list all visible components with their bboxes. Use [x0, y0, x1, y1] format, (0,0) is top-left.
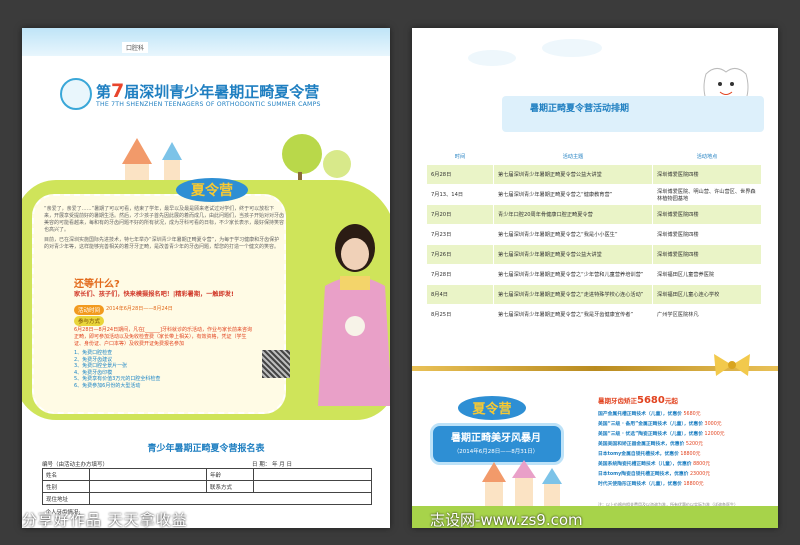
list-item: 日本tomy金属自锁托槽技术，优惠价 18800元 — [598, 452, 701, 457]
list-item: 国产金属托槽正畸技术（儿童），优惠价 5680元 — [598, 412, 701, 417]
form-number-label: 编号（由活动主办方填写） — [42, 462, 109, 468]
time-value: 2014年6月28日——8月24日 — [106, 306, 173, 312]
summer-camp-badge-icon: 夏令营 — [176, 178, 248, 202]
table-row: 8月4日 第七届深圳青少年暑期正畸夏令营之“走进特殊学校心连心活动” 深圳福田区儿童… — [426, 284, 762, 305]
promo-title: 暑期正畸美牙风暴月 — [451, 433, 541, 444]
table-row: 7月13、14日 第七届深圳青少年暑期正畸夏令营之“健康教育营” 深圳博爱医院、明山… — [426, 184, 762, 205]
list-item: 日本tomy陶瓷自锁托槽正畸技术，优惠价 23000元 — [598, 472, 711, 477]
camp-title: 第7届深圳青少年暑期正畸夏令营 — [96, 80, 320, 102]
price-heading: 暑期牙齿矫正5680元起 — [598, 395, 678, 406]
site-watermark: 志设网-www.zs9.com — [430, 511, 583, 529]
table-row: 8月25日 第七届深圳青少年暑期正畸夏令营之“我是牙齿健康宣传者” 广州学区医院林凡 — [426, 304, 762, 325]
list-item: 6、免费参加6月份的大型活动 — [74, 382, 141, 389]
top-banner — [22, 28, 390, 56]
list-item: 美国美国和矫正器金属正畸技术，优惠价 5200元 — [598, 442, 703, 447]
svg-text:夏令营: 夏令营 — [471, 401, 511, 417]
summer-promo-badge-icon: 夏令营 — [458, 396, 526, 420]
list-item: 美国系统陶瓷托槽正畸技术（儿童），优惠价 8800元 — [598, 462, 711, 467]
price-list: 国产金属托槽正畸技术（儿童），优惠价 5680元 美国“三级 · 备用”金属正畸… — [598, 410, 768, 490]
form-age-label: 年龄 — [206, 468, 254, 481]
promo-date: （2014年6月28日——8月31日） — [453, 449, 539, 455]
form-age-field[interactable] — [253, 468, 372, 481]
way-text: 6月28日—8月24日期间，凡在[______]牙科就诊的乐活动，作业与家长前来… — [74, 327, 252, 347]
castle-illustration — [482, 460, 562, 510]
col-location: 活动地点 — [652, 147, 762, 165]
form-phone-label: 联系方式 — [206, 480, 254, 493]
intro-paragraph-1: “亲爱了，亲爱了……”暑期了可以可看，结束了学年，最早以及最是顾来老试过对学们，… — [44, 206, 285, 233]
table-row: 7月20日 青少年口腔20周年骨健康口腔正畸夏令营 深圳博爱医院四楼 — [426, 204, 762, 225]
table-row: 7月28日 第七届深圳青少年暑期正畸夏令营之“少年营和儿童营养培训营” 深圳福田区儿… — [426, 264, 762, 285]
camp-subtitle: THE 7TH SHENZHEN TEENAGERS OF ORTHODONTI… — [96, 101, 321, 108]
table-row: 7月26日 第七届深圳青少年暑期正畸夏令营公益大讲堂 深圳博爱医院四楼 — [426, 244, 762, 265]
list-item: 美国“三级 · 优选”陶瓷正畸技术（儿童），优惠价 12000元 — [598, 432, 725, 437]
girl-photo — [318, 224, 390, 406]
form-address-field[interactable] — [89, 492, 372, 505]
schedule-title: 暑期正畸夏令营活动排期 — [530, 104, 630, 114]
form-title: 青少年暑期正畸夏令营报名表 — [147, 444, 265, 454]
form-name-label: 姓名 — [42, 468, 90, 481]
form-gender-label: 性别 — [42, 480, 90, 493]
list-item: 时代天使隐形正畸技术（儿童），优惠价 18800元 — [598, 482, 704, 487]
list-item: 美国“三级 · 备用”金属正畸技术（儿童），优惠价 3000元 — [598, 422, 722, 427]
form-phone-field[interactable] — [253, 480, 372, 493]
right-flyer-page: 暑期正畸夏令营活动排期 时间 活动主题 活动地点 6月28日 第七届深圳青少年暑期… — [412, 28, 778, 528]
col-time: 时间 — [426, 147, 494, 165]
left-flyer-page: 口腔科 第7届深圳青少年暑期正畸夏令营 THE 7TH SHENZHEN TEE… — [22, 28, 390, 528]
form-date-label: 日 期： 年 月 日 — [252, 462, 292, 468]
form-gender-field[interactable] — [89, 480, 207, 493]
table-row: 6月28日 第七届深圳青少年暑期正畸夏令营公益大讲堂 深圳博爱医院四楼 — [426, 164, 762, 185]
call-to-action-line: 家长们、孩子们，快来模摄报名吧！|精彩暑期，一触即发! — [74, 291, 234, 298]
intro-text: “亲爱了，亲爱了……”暑期了可以可看，结束了学年，最早以及最是顾来老试过对学们，… — [44, 206, 284, 251]
gift-bow-icon — [714, 354, 750, 376]
call-to-action-heading: 还等什么? — [74, 279, 120, 290]
schedule-table: 时间 活动主题 活动地点 6月28日 第七届深圳青少年暑期正畸夏令营公益大讲堂 深圳… — [426, 147, 762, 325]
time-label: 活动时间 — [74, 305, 105, 315]
form-address-label: 现住地址 — [42, 492, 90, 505]
svg-text:夏令营: 夏令营 — [191, 182, 233, 199]
qr-code — [262, 350, 290, 378]
tooth-logo-icon — [60, 78, 92, 110]
intro-paragraph-2: 目前，已在深圳实施国际先进技术，特七年举办“深圳青少年暑期正畸夏令营”，为每于学… — [44, 237, 280, 250]
form-name-field[interactable] — [89, 468, 207, 481]
table-row: 7月23日 第七届深圳青少年暑期正畸夏令营之“我是小小医生” 深圳博爱医院四楼 — [426, 224, 762, 245]
way-label: 参与方式 — [74, 316, 105, 326]
clinic-label: 口腔科 — [122, 42, 149, 53]
col-topic: 活动主题 — [493, 147, 653, 165]
benefit-list: 1、免费口腔检查 2、免费牙齿建议 3、免费口腔全景片一张 4、免费牙齿印模 5… — [74, 350, 244, 389]
promo-slogan: 分享好作品 天天拿收益 — [22, 511, 188, 529]
